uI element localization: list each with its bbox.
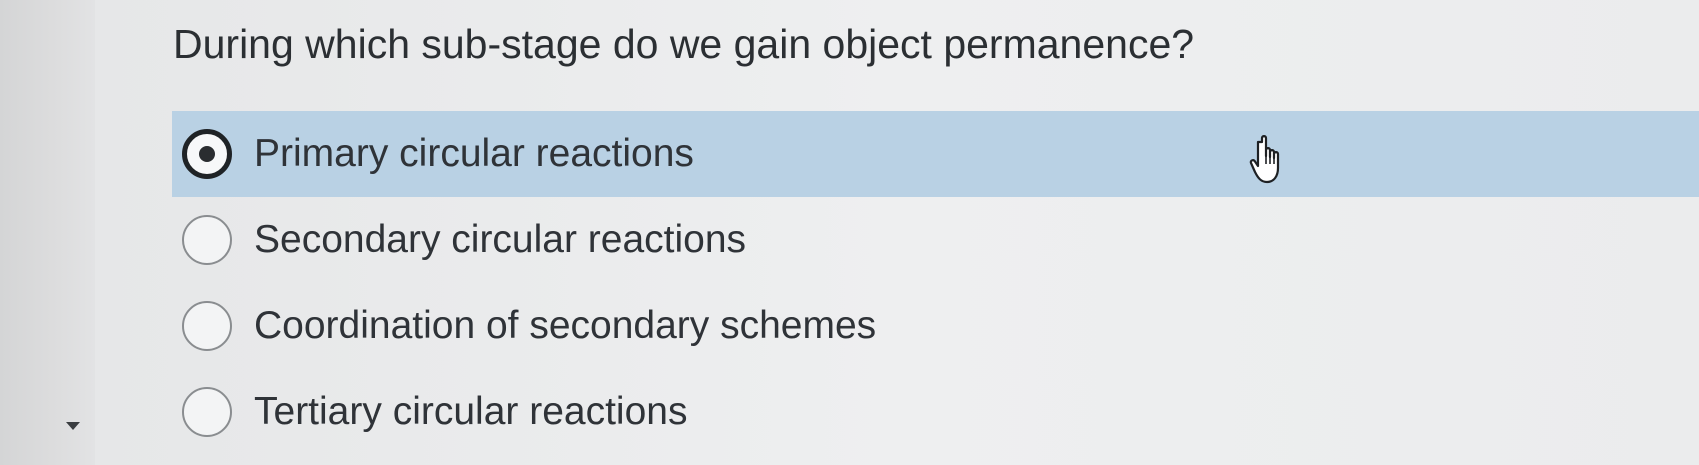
answer-option-label: Secondary circular reactions (254, 218, 747, 261)
radio-button-selected[interactable] (182, 129, 232, 179)
answer-option-secondary-circular-reactions[interactable]: Secondary circular reactions (172, 197, 1699, 283)
left-gutter (0, 0, 95, 465)
radio-button[interactable] (182, 387, 232, 437)
answer-option-label: Coordination of secondary schemes (254, 304, 877, 347)
hand-pointer-icon (1249, 135, 1280, 184)
radio-button[interactable] (182, 215, 232, 265)
answer-options: Primary circular reactions Secondary cir… (172, 111, 1699, 455)
answer-option-label: Primary circular reactions (254, 132, 694, 175)
answer-option-coordination-of-secondary-schemes[interactable]: Coordination of secondary schemes (172, 283, 1699, 369)
answer-option-label: Tertiary circular reactions (254, 390, 688, 433)
radio-button[interactable] (182, 301, 232, 351)
answer-option-tertiary-circular-reactions[interactable]: Tertiary circular reactions (172, 369, 1699, 455)
caret-down-icon[interactable] (66, 422, 80, 430)
answer-option-primary-circular-reactions[interactable]: Primary circular reactions (172, 111, 1699, 197)
question-text: During which sub-stage do we gain object… (173, 21, 1195, 67)
radio-dot-icon (199, 146, 215, 162)
